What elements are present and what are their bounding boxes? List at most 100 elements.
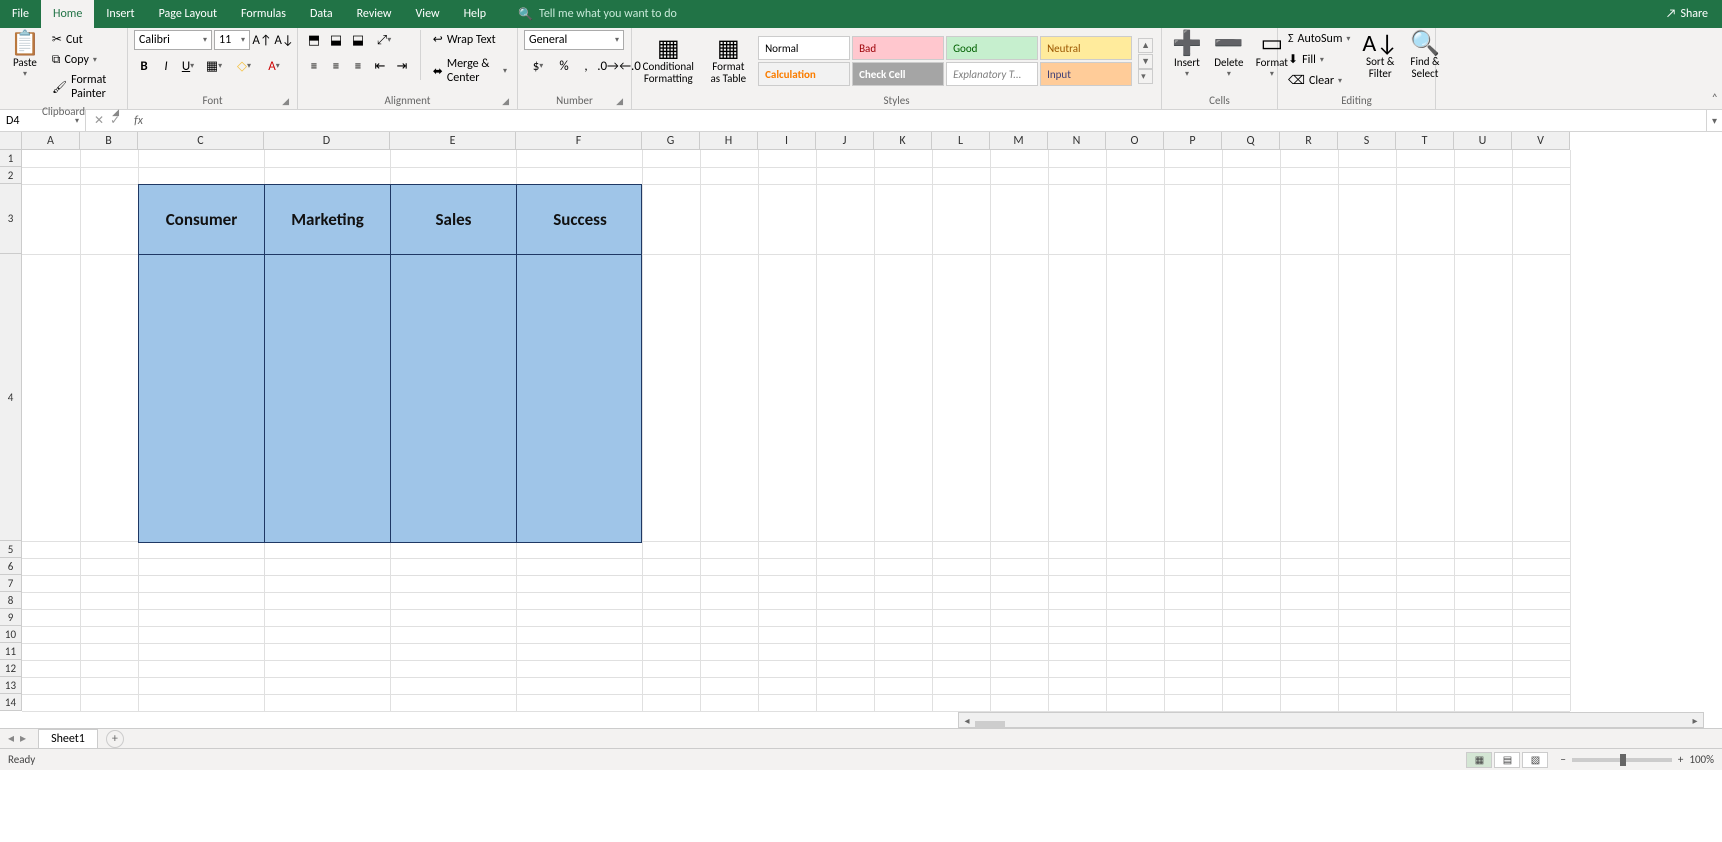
row-header-2[interactable]: 2: [0, 167, 22, 184]
column-header-L[interactable]: L: [932, 132, 990, 150]
share-button[interactable]: ↗ Share: [1652, 7, 1722, 21]
cell-style-good[interactable]: Good: [946, 36, 1038, 60]
row-header-6[interactable]: 6: [0, 558, 22, 575]
row-header-11[interactable]: 11: [0, 643, 22, 660]
ribbon-tab-file[interactable]: File: [0, 0, 41, 28]
add-sheet-button[interactable]: +: [106, 730, 124, 748]
increase-decimal-button[interactable]: .0→: [598, 56, 618, 76]
cut-button[interactable]: ✂Cut: [48, 30, 121, 49]
column-header-O[interactable]: O: [1106, 132, 1164, 150]
column-header-I[interactable]: I: [758, 132, 816, 150]
number-dialog-launcher[interactable]: ◢: [616, 96, 623, 107]
column-header-K[interactable]: K: [874, 132, 932, 150]
find-select-button[interactable]: 🔍Find & Select: [1406, 30, 1444, 82]
row-header-8[interactable]: 8: [0, 592, 22, 609]
row-header-3[interactable]: 3: [0, 184, 22, 254]
column-header-E[interactable]: E: [390, 132, 516, 150]
fx-icon[interactable]: fx: [128, 114, 149, 128]
paste-button[interactable]: 📋 Paste ▾: [6, 30, 44, 81]
delete-cells-button[interactable]: ➖Delete▾: [1210, 30, 1248, 81]
increase-font-button[interactable]: A↑: [252, 30, 272, 50]
sheet-nav-prev[interactable]: ◂: [8, 731, 14, 746]
clear-button[interactable]: ⌫Clear▾: [1284, 71, 1354, 90]
ribbon-tab-insert[interactable]: Insert: [94, 0, 146, 28]
orientation-button[interactable]: ⤢▾: [370, 30, 398, 50]
cell-style-calculation[interactable]: Calculation: [758, 62, 850, 86]
align-bottom-button[interactable]: ⬓: [348, 30, 368, 50]
ribbon-tab-data[interactable]: Data: [298, 0, 345, 28]
ribbon-tab-home[interactable]: Home: [41, 0, 94, 28]
table-header-sales[interactable]: Sales: [391, 185, 517, 254]
styles-scroll-down[interactable]: ▼: [1138, 54, 1153, 69]
row-header-10[interactable]: 10: [0, 626, 22, 643]
number-format-select[interactable]: General▾: [524, 30, 624, 50]
ribbon-tab-view[interactable]: View: [404, 0, 452, 28]
column-header-B[interactable]: B: [80, 132, 138, 150]
cell-style-normal[interactable]: Normal: [758, 36, 850, 60]
row-header-14[interactable]: 14: [0, 694, 22, 711]
clipboard-dialog-launcher[interactable]: ◢: [112, 107, 119, 118]
cell-style-neutral[interactable]: Neutral: [1040, 36, 1132, 60]
styles-scroll-up[interactable]: ▲: [1138, 38, 1153, 53]
column-header-V[interactable]: V: [1512, 132, 1570, 150]
copy-button[interactable]: ⧉Copy▾: [48, 51, 121, 69]
ribbon-tab-review[interactable]: Review: [345, 0, 404, 28]
collapse-ribbon-button[interactable]: ˄: [1712, 92, 1718, 106]
row-header-12[interactable]: 12: [0, 660, 22, 677]
italic-button[interactable]: I: [156, 56, 176, 76]
styles-more-button[interactable]: ▾: [1138, 69, 1153, 84]
data-table[interactable]: ConsumerMarketingSalesSuccess: [138, 184, 642, 543]
wrap-text-button[interactable]: ↩Wrap Text: [429, 30, 511, 49]
align-left-button[interactable]: ≡: [304, 56, 324, 76]
table-header-consumer[interactable]: Consumer: [139, 185, 265, 254]
font-size-select[interactable]: 11▾: [214, 30, 250, 50]
percent-button[interactable]: %: [554, 56, 574, 76]
column-header-J[interactable]: J: [816, 132, 874, 150]
column-header-D[interactable]: D: [264, 132, 390, 150]
column-header-U[interactable]: U: [1454, 132, 1512, 150]
comma-button[interactable]: ,: [576, 56, 596, 76]
column-header-N[interactable]: N: [1048, 132, 1106, 150]
scroll-left-button[interactable]: ◂: [959, 714, 975, 727]
zoom-in-button[interactable]: +: [1678, 753, 1683, 766]
row-header-1[interactable]: 1: [0, 150, 22, 167]
column-header-A[interactable]: A: [22, 132, 80, 150]
autosum-button[interactable]: ΣAutoSum▾: [1284, 30, 1354, 48]
ribbon-tab-page-layout[interactable]: Page Layout: [147, 0, 229, 28]
align-top-button[interactable]: ⬒: [304, 30, 324, 50]
fill-color-button[interactable]: ◇▾: [230, 56, 258, 76]
normal-view-button[interactable]: ▦: [1466, 752, 1492, 768]
row-header-4[interactable]: 4: [0, 254, 22, 541]
horizontal-scrollbar[interactable]: ◂ ▸: [958, 712, 1704, 728]
ribbon-tab-help[interactable]: Help: [452, 0, 499, 28]
format-as-table-button[interactable]: ▦ Format as Table: [703, 35, 755, 87]
cell-style-input[interactable]: Input: [1040, 62, 1132, 86]
currency-button[interactable]: $▾: [524, 56, 552, 76]
column-header-Q[interactable]: Q: [1222, 132, 1280, 150]
column-header-R[interactable]: R: [1280, 132, 1338, 150]
column-header-P[interactable]: P: [1164, 132, 1222, 150]
cell-style-check-cell[interactable]: Check Cell: [852, 62, 944, 86]
increase-indent-button[interactable]: ⇥: [392, 56, 412, 76]
decrease-indent-button[interactable]: ⇤: [370, 56, 390, 76]
row-header-9[interactable]: 9: [0, 609, 22, 626]
row-header-5[interactable]: 5: [0, 541, 22, 558]
tell-me-search[interactable]: 🔍 Tell me what you want to do: [518, 7, 1652, 22]
sheet-tab[interactable]: Sheet1: [38, 729, 98, 748]
align-middle-button[interactable]: ⬓: [326, 30, 346, 50]
align-center-button[interactable]: ≡: [326, 56, 346, 76]
insert-cells-button[interactable]: ➕Insert▾: [1168, 30, 1206, 81]
font-name-select[interactable]: Calibri▾: [134, 30, 212, 50]
align-right-button[interactable]: ≡: [348, 56, 368, 76]
decrease-font-button[interactable]: A↓: [274, 30, 294, 50]
sheet-nav-next[interactable]: ▸: [20, 731, 26, 746]
table-header-success[interactable]: Success: [517, 185, 643, 254]
page-break-view-button[interactable]: ▧: [1522, 752, 1548, 768]
zoom-level[interactable]: 100%: [1689, 753, 1714, 766]
bold-button[interactable]: B: [134, 56, 154, 76]
sort-filter-button[interactable]: A↓Sort & Filter: [1358, 30, 1402, 82]
column-header-S[interactable]: S: [1338, 132, 1396, 150]
format-painter-button[interactable]: 🖌Format Painter: [48, 71, 121, 103]
select-all-corner[interactable]: [0, 132, 22, 150]
ribbon-tab-formulas[interactable]: Formulas: [229, 0, 298, 28]
